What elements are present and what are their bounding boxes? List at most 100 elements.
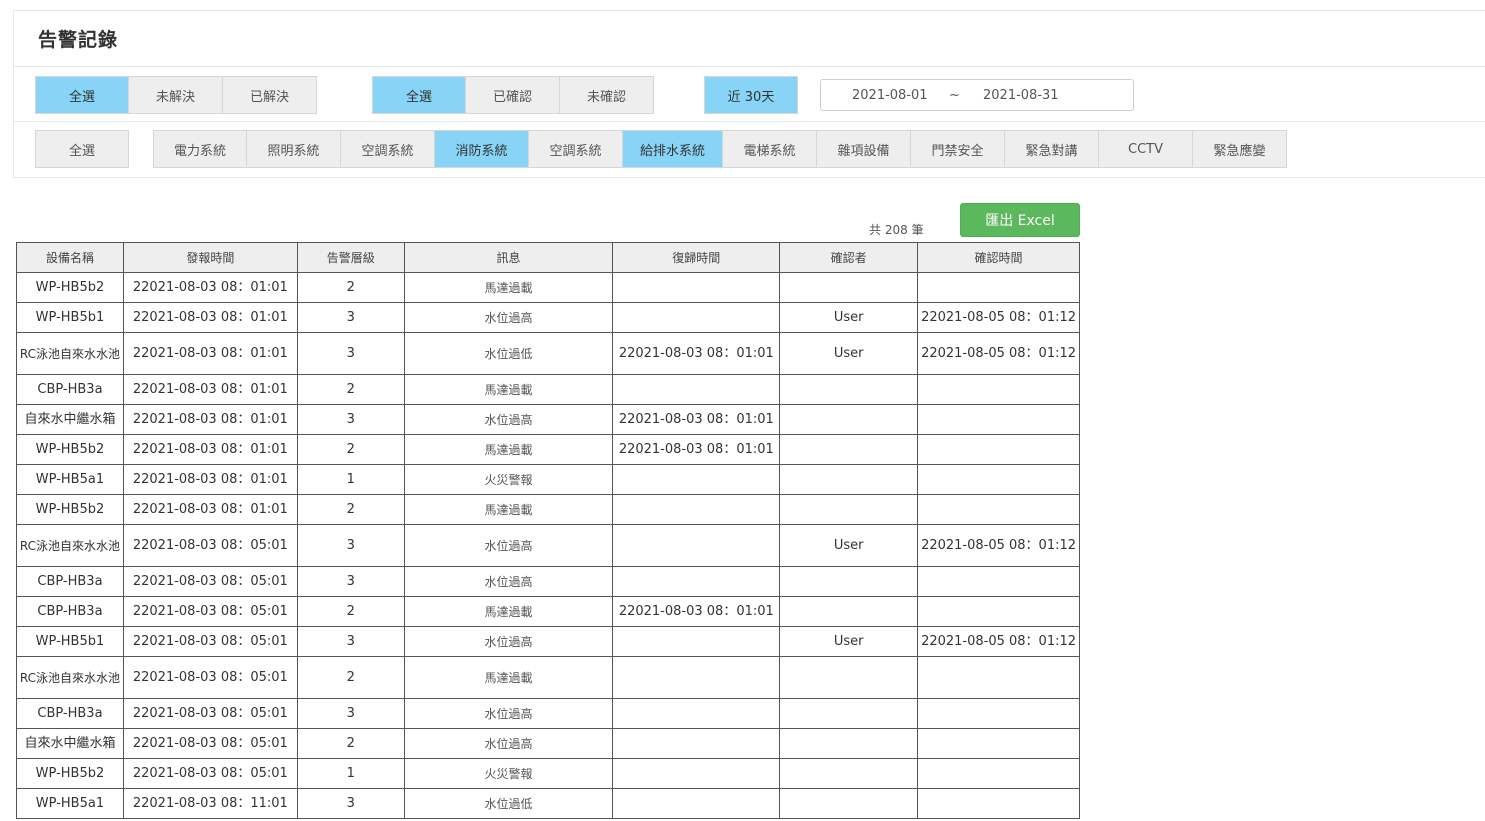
cell-confirmer: User — [779, 524, 919, 567]
header-message[interactable]: 訊息 — [403, 242, 614, 273]
table-row[interactable]: WP-HB5b1 22021-08-03 08：01:01 3 水位過高 User 220… — [16, 302, 1080, 333]
table-row[interactable]: WP-HB5b1 22021-08-03 08：05:01 3 水位過高 User 220… — [16, 626, 1080, 657]
system-hvac-2-button[interactable]: 空調系統 — [529, 130, 623, 168]
header-report-time[interactable]: 發報時間 — [122, 242, 298, 273]
system-emergency-button[interactable]: 緊急應變 — [1193, 130, 1287, 168]
cell-confirm-time: 22021-08-05 08：01:12 — [917, 626, 1080, 657]
cell-report-time: 22021-08-03 08：01:01 — [122, 302, 298, 333]
table-row[interactable]: CBP-HB3a 22021-08-03 08：05:01 3 水位過高 — [16, 698, 1080, 729]
unconfirmed-button[interactable]: 未確認 — [560, 76, 654, 114]
header-confirm-time[interactable]: 確認時間 — [917, 242, 1080, 273]
status-unresolved-button[interactable]: 未解決 — [129, 76, 223, 114]
cell-device: WP-HB5b1 — [16, 626, 124, 657]
date-range-input[interactable]: 2021-08-01 ~ 2021-08-31 — [820, 79, 1134, 111]
table-row[interactable]: CBP-HB3a 22021-08-03 08：05:01 2 馬達過載 22021-0… — [16, 596, 1080, 627]
cell-message: 水位過高 — [403, 566, 614, 597]
table-row[interactable]: CBP-HB3a 22021-08-03 08：01:01 2 馬達過載 — [16, 374, 1080, 405]
cell-report-time: 22021-08-03 08：05:01 — [122, 596, 298, 627]
system-cctv-button[interactable]: CCTV — [1099, 130, 1193, 168]
cell-confirmer — [779, 464, 919, 495]
cell-level: 1 — [296, 464, 405, 495]
status-resolved-button[interactable]: 已解決 — [223, 76, 317, 114]
table-row[interactable]: WP-HB5b2 22021-08-03 08：05:01 1 火災警報 — [16, 758, 1080, 789]
system-intercom-button[interactable]: 緊急對講 — [1005, 130, 1099, 168]
cell-device: WP-HB5a1 — [16, 464, 124, 495]
system-access-button[interactable]: 門禁安全 — [911, 130, 1005, 168]
cell-report-time: 22021-08-03 08：05:01 — [122, 698, 298, 729]
table-row[interactable]: WP-HB5b2 22021-08-03 08：01:01 2 馬達過載 — [16, 272, 1080, 303]
cell-level: 2 — [296, 596, 405, 627]
cell-device: WP-HB5b2 — [16, 434, 124, 465]
cell-confirm-time — [917, 464, 1080, 495]
confirmed-button[interactable]: 已確認 — [466, 76, 560, 114]
system-elevator-button[interactable]: 電梯系統 — [723, 130, 817, 168]
cell-confirmer — [779, 404, 919, 435]
system-power-button[interactable]: 電力系統 — [153, 130, 247, 168]
cell-confirm-time: 22021-08-05 08：01:12 — [917, 302, 1080, 333]
cell-device: RC泳池自來水水池 — [16, 656, 124, 699]
cell-report-time: 22021-08-03 08：05:01 — [122, 758, 298, 789]
cell-level: 2 — [296, 728, 405, 759]
cell-level: 1 — [296, 758, 405, 789]
cell-confirm-time — [917, 698, 1080, 729]
cell-message: 水位過高 — [403, 626, 614, 657]
cell-device: CBP-HB3a — [16, 698, 124, 729]
cell-level: 3 — [296, 788, 405, 819]
system-filter-group: 電力系統 照明系統 空調系統 消防系統 空調系統 給排水系統 電梯系統 雜項設備… — [153, 130, 1287, 168]
cell-confirmer — [779, 656, 919, 699]
table-row[interactable]: 自來水中繼水箱 22021-08-03 08：05:01 2 水位過高 — [16, 728, 1080, 759]
table-row[interactable]: WP-HB5b2 22021-08-03 08：01:01 2 馬達過載 22021-0… — [16, 434, 1080, 465]
system-plumbing-button[interactable]: 給排水系統 — [623, 130, 723, 168]
cell-reset-time — [612, 374, 781, 405]
table-row[interactable]: CBP-HB3a 22021-08-03 08：05:01 3 水位過高 — [16, 566, 1080, 597]
confirm-all-button[interactable]: 全選 — [372, 76, 466, 114]
cell-confirmer — [779, 758, 919, 789]
cell-reset-time — [612, 698, 781, 729]
cell-reset-time — [612, 494, 781, 525]
cell-report-time: 22021-08-03 08：01:01 — [122, 434, 298, 465]
header-level[interactable]: 告警層級 — [296, 242, 405, 273]
header-reset-time[interactable]: 復歸時間 — [612, 242, 781, 273]
export-excel-button[interactable]: 匯出 Excel — [960, 203, 1080, 237]
cell-reset-time — [612, 656, 781, 699]
cell-level: 3 — [296, 524, 405, 567]
cell-confirm-time — [917, 656, 1080, 699]
cell-confirm-time: 22021-08-05 08：01:12 — [917, 524, 1080, 567]
table-row[interactable]: WP-HB5a1 22021-08-03 08：01:01 1 火災警報 — [16, 464, 1080, 495]
system-lighting-button[interactable]: 照明系統 — [247, 130, 341, 168]
table-row[interactable]: RC泳池自來水水池 22021-08-03 08：01:01 3 水位過低 22021-… — [16, 332, 1080, 375]
cell-report-time: 22021-08-03 08：01:01 — [122, 272, 298, 303]
table-row[interactable]: 自來水中繼水箱 22021-08-03 08：01:01 3 水位過高 22021-08… — [16, 404, 1080, 435]
last-30-days-button[interactable]: 近 30天 — [704, 76, 798, 114]
cell-message: 水位過高 — [403, 728, 614, 759]
cell-device: WP-HB5b2 — [16, 272, 124, 303]
cell-confirmer — [779, 788, 919, 819]
cell-confirmer — [779, 698, 919, 729]
cell-confirm-time — [917, 758, 1080, 789]
system-hvac-button[interactable]: 空調系統 — [341, 130, 435, 168]
cell-report-time: 22021-08-03 08：05:01 — [122, 524, 298, 567]
cell-report-time: 22021-08-03 08：01:01 — [122, 494, 298, 525]
cell-confirm-time — [917, 596, 1080, 627]
cell-reset-time: 22021-08-03 08：01:01 — [612, 434, 781, 465]
cell-report-time: 22021-08-03 08：01:01 — [122, 464, 298, 495]
system-all-button[interactable]: 全選 — [35, 130, 129, 168]
system-misc-button[interactable]: 雜項設備 — [817, 130, 911, 168]
table-row[interactable]: WP-HB5a1 22021-08-03 08：11:01 3 水位過低 — [16, 788, 1080, 819]
table-row[interactable]: WP-HB5b2 22021-08-03 08：01:01 2 馬達過載 — [16, 494, 1080, 525]
cell-report-time: 22021-08-03 08：01:01 — [122, 332, 298, 375]
cell-confirm-time — [917, 374, 1080, 405]
cell-level: 2 — [296, 272, 405, 303]
header-confirmer[interactable]: 確認者 — [779, 242, 919, 273]
status-all-button[interactable]: 全選 — [35, 76, 129, 114]
cell-report-time: 22021-08-03 08：05:01 — [122, 626, 298, 657]
cell-reset-time — [612, 302, 781, 333]
system-fire-button[interactable]: 消防系統 — [435, 130, 529, 168]
cell-reset-time — [612, 758, 781, 789]
header-device[interactable]: 設備名稱 — [16, 242, 124, 273]
table-row[interactable]: RC泳池自來水水池 22021-08-03 08：05:01 2 馬達過載 — [16, 656, 1080, 699]
table-row[interactable]: RC泳池自來水水池 22021-08-03 08：05:01 3 水位過高 User 22… — [16, 524, 1080, 567]
cell-report-time: 22021-08-03 08：01:01 — [122, 404, 298, 435]
cell-level: 3 — [296, 698, 405, 729]
cell-message: 火災警報 — [403, 758, 614, 789]
